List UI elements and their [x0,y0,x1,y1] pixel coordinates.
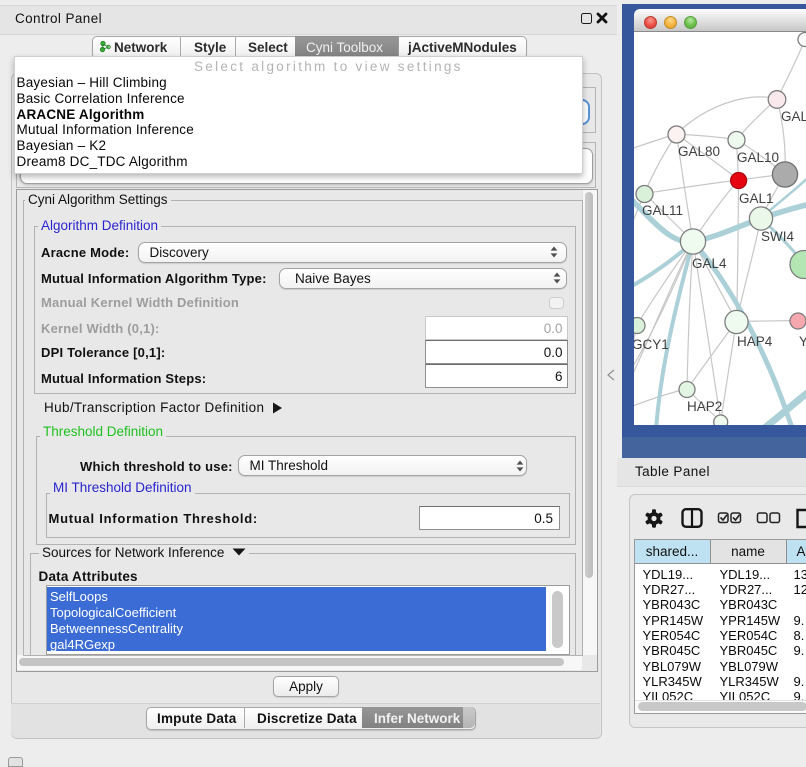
svg-text:GAL80: GAL80 [678,144,720,159]
svg-text:HAP2: HAP2 [687,399,722,414]
svg-text:GAL10: GAL10 [737,150,779,165]
svg-text:GAL11: GAL11 [642,203,683,218]
svg-text:Y: Y [799,334,806,349]
svg-text:GAL4: GAL4 [692,256,727,271]
svg-text:GAL: GAL [781,109,806,124]
svg-text:HAP4: HAP4 [737,334,773,349]
svg-text:GAL1: GAL1 [739,191,774,206]
svg-text:GCY1: GCY1 [634,337,669,352]
svg-text:SWI4: SWI4 [761,229,794,244]
